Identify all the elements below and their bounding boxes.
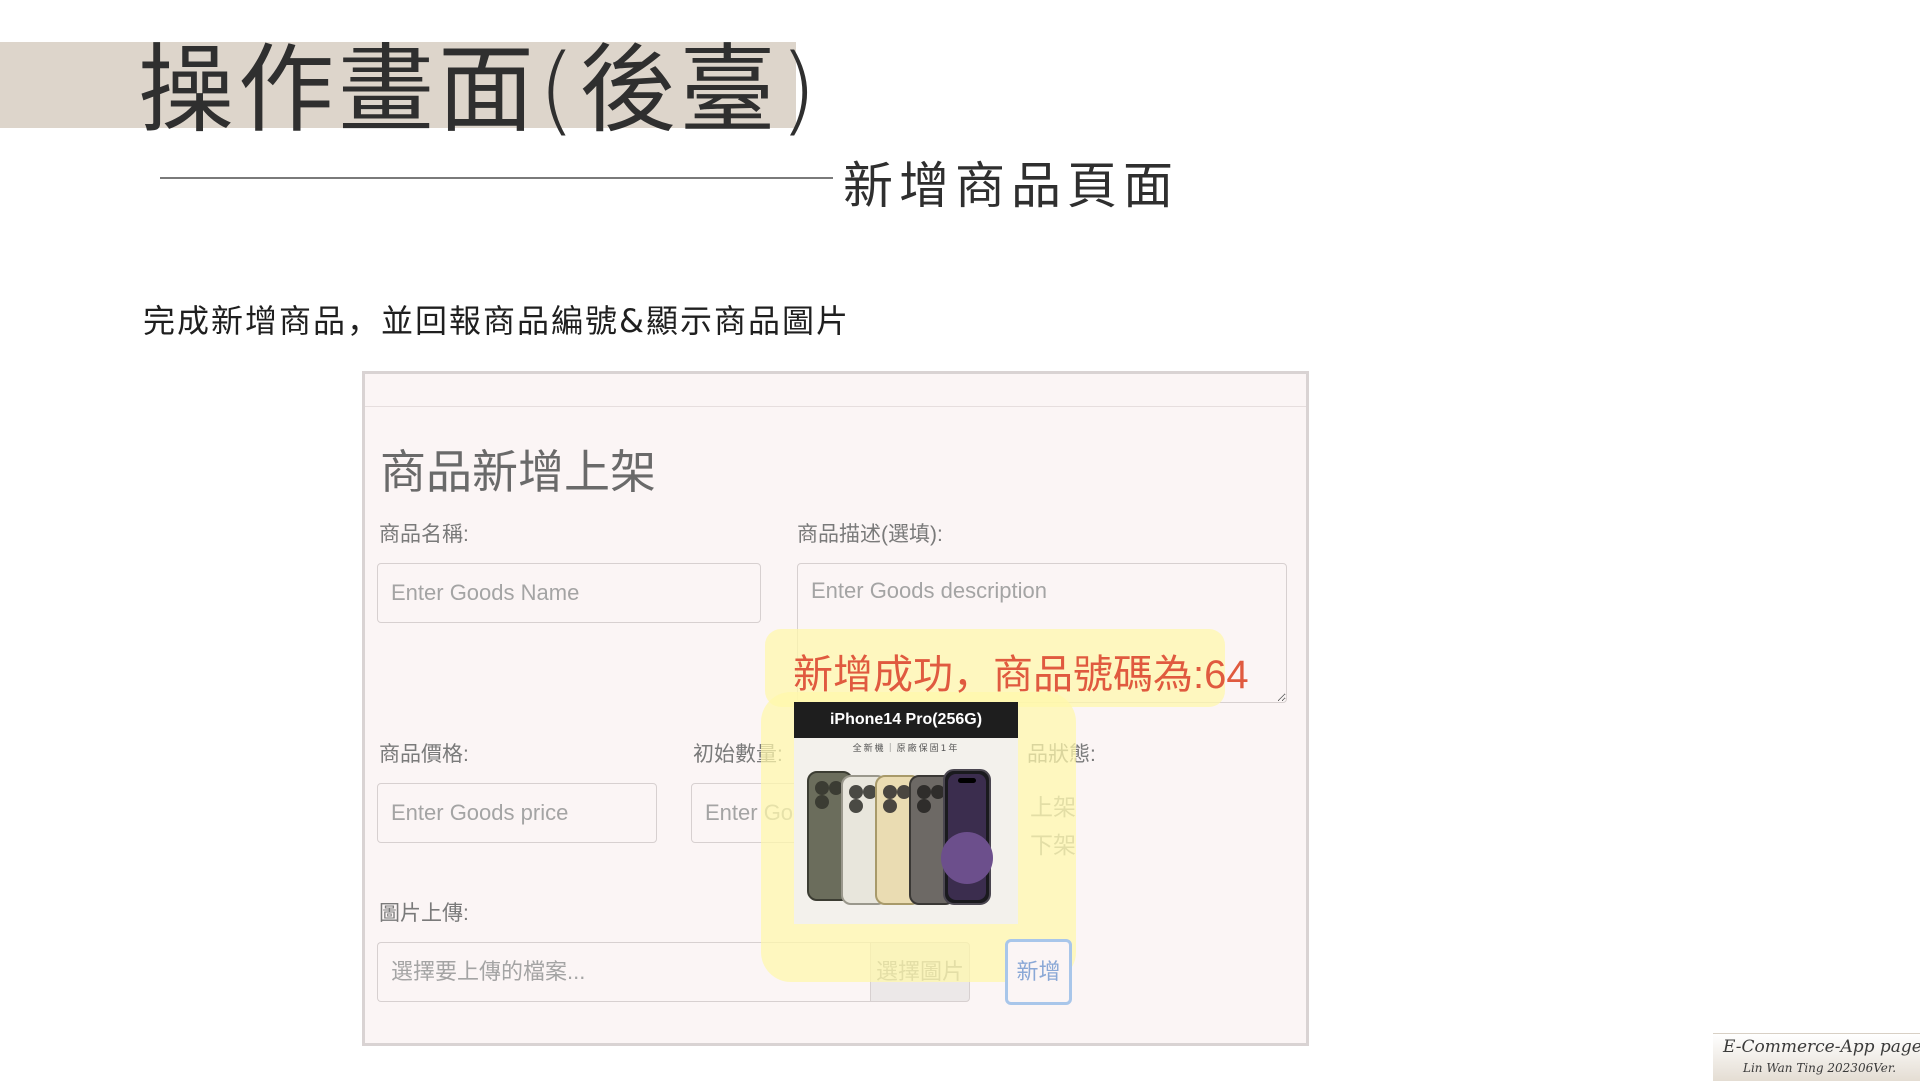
navbar-bottom-border (365, 406, 1306, 407)
phone-front-purple (941, 769, 993, 905)
iphone-lineup-illustration (807, 769, 993, 905)
submit-add-button[interactable]: 新增 (1005, 939, 1072, 1005)
slide-title: 操作畫面(後臺) (138, 34, 821, 146)
slide-description: 完成新增商品，並回報商品編號&顯示商品圖片 (143, 302, 850, 340)
admin-form-screenshot: 商品新增上架 商品名稱: 商品描述(選填): 商品價格: 初始數量: 品狀態: … (362, 371, 1309, 1046)
footer-badge: E-Commerce-App page23 Lin Wan Ting 20230… (1713, 1033, 1920, 1081)
goods-name-input[interactable] (377, 563, 761, 623)
title-divider (160, 177, 833, 179)
goods-name-label: 商品名稱: (379, 523, 469, 546)
goods-description-label: 商品描述(選填): (797, 523, 943, 546)
goods-price-label: 商品價格: (379, 743, 469, 766)
footer-author-label: Lin Wan Ting 202306Ver. (1743, 1061, 1897, 1075)
image-upload-label: 圖片上傳: (379, 902, 469, 925)
success-message: 新增成功，商品號碼為:64 (793, 653, 1249, 697)
goods-price-input[interactable] (377, 783, 657, 843)
form-title: 商品新增上架 (380, 446, 656, 498)
product-image-header: iPhone14 Pro(256G) (794, 702, 1018, 738)
footer-page-label: E-Commerce-App page23 (1723, 1037, 1920, 1057)
product-image-subheader: 全新機｜原廠保固1年 (852, 744, 960, 754)
product-image: iPhone14 Pro(256G) 全新機｜原廠保固1年 (794, 702, 1018, 924)
slide-subtitle: 新增商品頁面 (843, 157, 1179, 215)
